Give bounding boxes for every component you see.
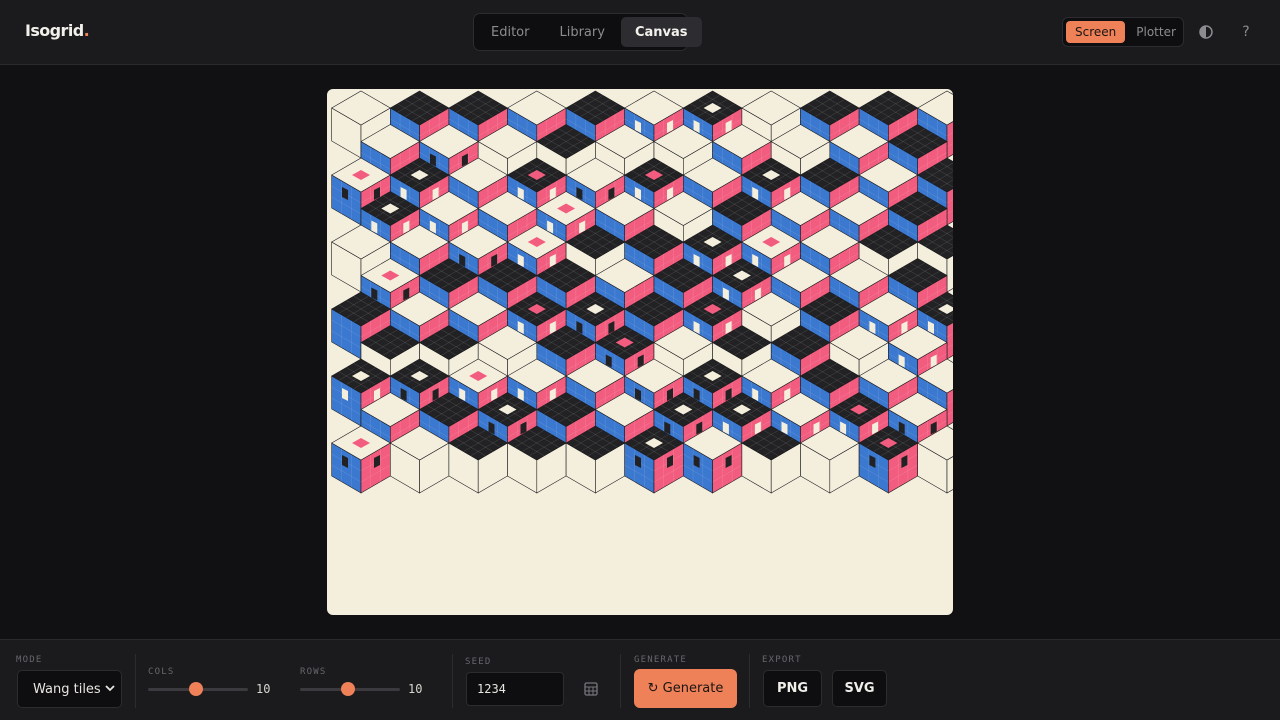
tab-editor[interactable]: Editor [477, 17, 543, 47]
canvas-stage [0, 66, 1280, 639]
generate-label: GENERATE [634, 655, 687, 665]
export-png-button[interactable]: PNG [763, 670, 822, 707]
mode-select[interactable]: Wang tiles [17, 670, 122, 708]
divider [749, 654, 750, 708]
seed-input[interactable]: 1234 [466, 672, 564, 706]
chevron-down-icon [105, 685, 115, 692]
cols-value: 10 [256, 682, 271, 696]
mode-screen-button[interactable]: Screen [1066, 21, 1126, 43]
seed-label: SEED [465, 657, 492, 667]
rows-label: ROWS [300, 667, 327, 677]
logo-text: Isogrid [25, 21, 84, 40]
tab-library[interactable]: Library [545, 17, 618, 47]
contrast-icon [1199, 25, 1213, 39]
tab-canvas[interactable]: Canvas [620, 17, 702, 47]
help-button[interactable]: ? [1234, 20, 1258, 44]
cols-slider[interactable] [148, 680, 248, 698]
control-bar: MODE Wang tiles COLS 10 ROWS 10 SEED 123… [0, 639, 1280, 720]
cols-label: COLS [148, 667, 175, 677]
output-mode-switch: Screen Plotter [1062, 17, 1184, 47]
divider [620, 654, 621, 708]
divider [452, 654, 453, 708]
seed-input-value: 1234 [477, 682, 506, 696]
mode-label: MODE [16, 655, 43, 665]
cols-slider-thumb[interactable] [188, 682, 203, 696]
rows-value: 10 [408, 682, 423, 696]
export-svg-button[interactable]: SVG [832, 670, 887, 707]
divider [135, 654, 136, 708]
rows-slider[interactable] [300, 680, 400, 698]
mode-plotter-button[interactable]: Plotter [1127, 21, 1185, 43]
generate-button[interactable]: ↻ Generate [634, 669, 737, 708]
theme-toggle-button[interactable] [1194, 20, 1218, 44]
app-logo[interactable]: Isogrid. [25, 21, 90, 40]
help-icon: ? [1242, 24, 1250, 40]
artboard[interactable] [327, 89, 953, 615]
rows-slider-thumb[interactable] [340, 682, 355, 696]
app-root: Isogrid. Editor Library Canvas Screen Pl… [0, 0, 1280, 720]
logo-dot: . [83, 21, 90, 40]
top-bar: Isogrid. Editor Library Canvas Screen Pl… [0, 0, 1280, 65]
mode-select-value: Wang tiles [33, 681, 101, 697]
isometric-tile-pattern [331, 90, 953, 494]
export-label: EXPORT [762, 655, 802, 665]
view-tabs: Editor Library Canvas [473, 13, 702, 51]
randomize-seed-icon[interactable] [582, 680, 600, 698]
